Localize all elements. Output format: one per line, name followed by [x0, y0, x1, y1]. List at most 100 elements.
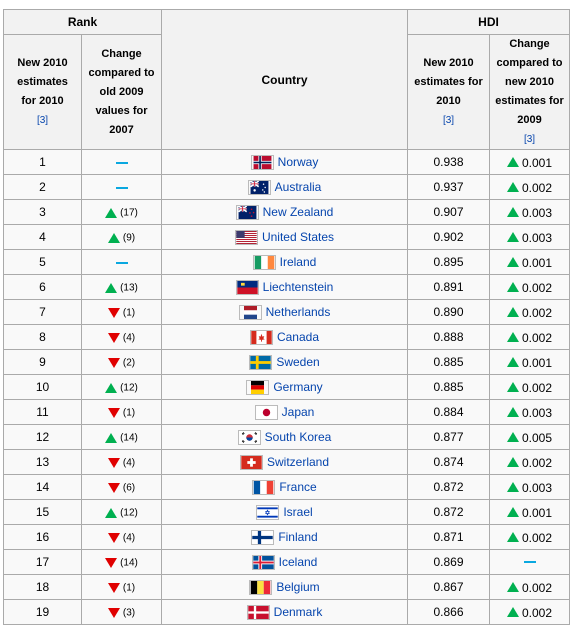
- hdi-change-cell: [489, 549, 570, 575]
- country-link[interactable]: United States: [262, 230, 334, 244]
- hdi-change-header-line: compared to: [496, 57, 563, 69]
- rank-cell: 7: [3, 299, 82, 325]
- table-row: 19 (3) Denmark 0.866 0.002: [3, 599, 570, 625]
- rank-change-cell: (9): [81, 224, 162, 250]
- country-link[interactable]: Norway: [278, 155, 319, 169]
- hdi-ranking-table: Rank Country HDI New 2010 estimates for …: [3, 9, 570, 625]
- hdi-change-value: 0.002: [521, 305, 553, 320]
- country-link[interactable]: Netherlands: [266, 305, 331, 319]
- table-row: 7 (1) Netherlands 0.890 0.002: [3, 299, 570, 325]
- country-link[interactable]: New Zealand: [263, 205, 334, 219]
- hdi-change-header-line: new 2010: [505, 76, 554, 88]
- country-link[interactable]: Liechtenstein: [263, 280, 334, 294]
- hdi-increase-icon: [506, 332, 519, 343]
- rank-decrease-icon: [107, 482, 120, 493]
- hdi-cell: 0.895: [407, 249, 490, 275]
- hdi-increase-icon: [506, 357, 519, 368]
- country-link[interactable]: Germany: [273, 380, 322, 394]
- rank-cell: 11: [3, 399, 82, 425]
- hdi-increase-icon: [506, 307, 519, 318]
- rank-change-header-line: compared to: [88, 66, 155, 79]
- rank-cell: 19: [3, 599, 82, 625]
- table-row: 6 (13) Liechtenstein 0.891 0.002: [3, 274, 570, 300]
- hdi-change-cell: 0.005: [489, 424, 570, 450]
- country-link[interactable]: Finland: [278, 530, 317, 544]
- rank-change-value: (4): [122, 532, 136, 544]
- switzerland-flag-icon: [239, 454, 263, 470]
- new-rank-header-line: New 2010: [17, 57, 68, 69]
- hdi-change-value: 0.002: [521, 180, 553, 195]
- hdi-change-cell: 0.003: [489, 199, 570, 225]
- country-cell: Denmark: [161, 599, 408, 625]
- rank-change-value: (6): [122, 482, 136, 494]
- hdi-increase-icon: [506, 482, 519, 493]
- country-link[interactable]: Denmark: [274, 605, 323, 619]
- hdi-increase-icon: [506, 207, 519, 218]
- hdi-change-cell: 0.001: [489, 349, 570, 375]
- rank-cell: 8: [3, 324, 82, 350]
- country-link[interactable]: Iceland: [279, 555, 318, 569]
- hdi-cell: 0.938: [407, 149, 490, 175]
- country-link[interactable]: Sweden: [276, 355, 319, 369]
- hdi-increase-icon: [506, 232, 519, 243]
- hdi-increase-icon: [506, 182, 519, 193]
- country-link[interactable]: Israel: [283, 505, 312, 519]
- rank-cell: 17: [3, 549, 82, 575]
- hdi-change-value: 0.003: [521, 205, 553, 220]
- rank-increase-icon: [107, 232, 120, 243]
- reference-link[interactable]: [3]: [443, 115, 454, 126]
- country-link[interactable]: Japan: [282, 405, 315, 419]
- hdi-change-cell: 0.002: [489, 299, 570, 325]
- country-link[interactable]: France: [279, 480, 316, 494]
- rank-change-header-line: 2007: [109, 123, 134, 136]
- hdi-change-value: 0.003: [521, 480, 553, 495]
- rank-cell: 4: [3, 224, 82, 250]
- hdi-cell: 0.885: [407, 349, 490, 375]
- reference-link[interactable]: [3]: [524, 134, 535, 145]
- hdi-change-cell: 0.002: [489, 524, 570, 550]
- country-link[interactable]: Belgium: [276, 580, 319, 594]
- hdi-increase-icon: [506, 457, 519, 468]
- rank-change-cell: (17): [81, 199, 162, 225]
- reference-link[interactable]: [3]: [37, 115, 48, 126]
- hdi-change-cell: 0.002: [489, 324, 570, 350]
- hdi-change-value: 0.002: [521, 280, 553, 295]
- country-link[interactable]: Switzerland: [267, 455, 329, 469]
- table-row: 12 (14) South Korea 0.877 0.005: [3, 424, 570, 450]
- hdi-cell: 0.877: [407, 424, 490, 450]
- new-hdi-header-line: 2010: [436, 95, 461, 107]
- country-link[interactable]: Ireland: [280, 255, 317, 269]
- hdi-increase-icon: [506, 282, 519, 293]
- rank-increase-icon: [105, 207, 118, 218]
- rank-change-value: (1): [122, 307, 136, 319]
- rank-change-header-line: values for: [95, 104, 148, 117]
- country-cell: Germany: [161, 374, 408, 400]
- rank-cell: 18: [3, 574, 82, 600]
- rank-change-value: (12): [120, 507, 138, 519]
- hdi-increase-icon: [506, 382, 519, 393]
- rank-decrease-icon: [107, 332, 120, 343]
- hdi-increase-icon: [506, 507, 519, 518]
- country-cell: Iceland: [161, 549, 408, 575]
- hdi-cell: 0.869: [407, 549, 490, 575]
- hdi-change-cell: 0.003: [489, 399, 570, 425]
- hdi-change-cell: 0.003: [489, 474, 570, 500]
- country-link[interactable]: Canada: [277, 330, 319, 344]
- australia-flag-icon: [247, 179, 271, 195]
- country-cell: Japan: [161, 399, 408, 425]
- hdi-cell: 0.885: [407, 374, 490, 400]
- country-link[interactable]: South Korea: [265, 430, 332, 444]
- table-row: 3 (17) New Zealand 0.907 0.003: [3, 199, 570, 225]
- canada-flag-icon: [249, 329, 273, 345]
- hdi-change-value: 0.001: [521, 155, 553, 170]
- rank-change-value: (12): [120, 382, 138, 394]
- hdi-increase-icon: [506, 432, 519, 443]
- table-row: 14 (6) France 0.872 0.003: [3, 474, 570, 500]
- hdi-cell: 0.884: [407, 399, 490, 425]
- hdi-change-value: 0.002: [521, 580, 553, 595]
- rank-change-cell: (12): [81, 374, 162, 400]
- hdi-cell: 0.907: [407, 199, 490, 225]
- country-link[interactable]: Australia: [275, 180, 322, 194]
- iceland-flag-icon: [251, 554, 275, 570]
- rank-steady-icon: [115, 186, 128, 189]
